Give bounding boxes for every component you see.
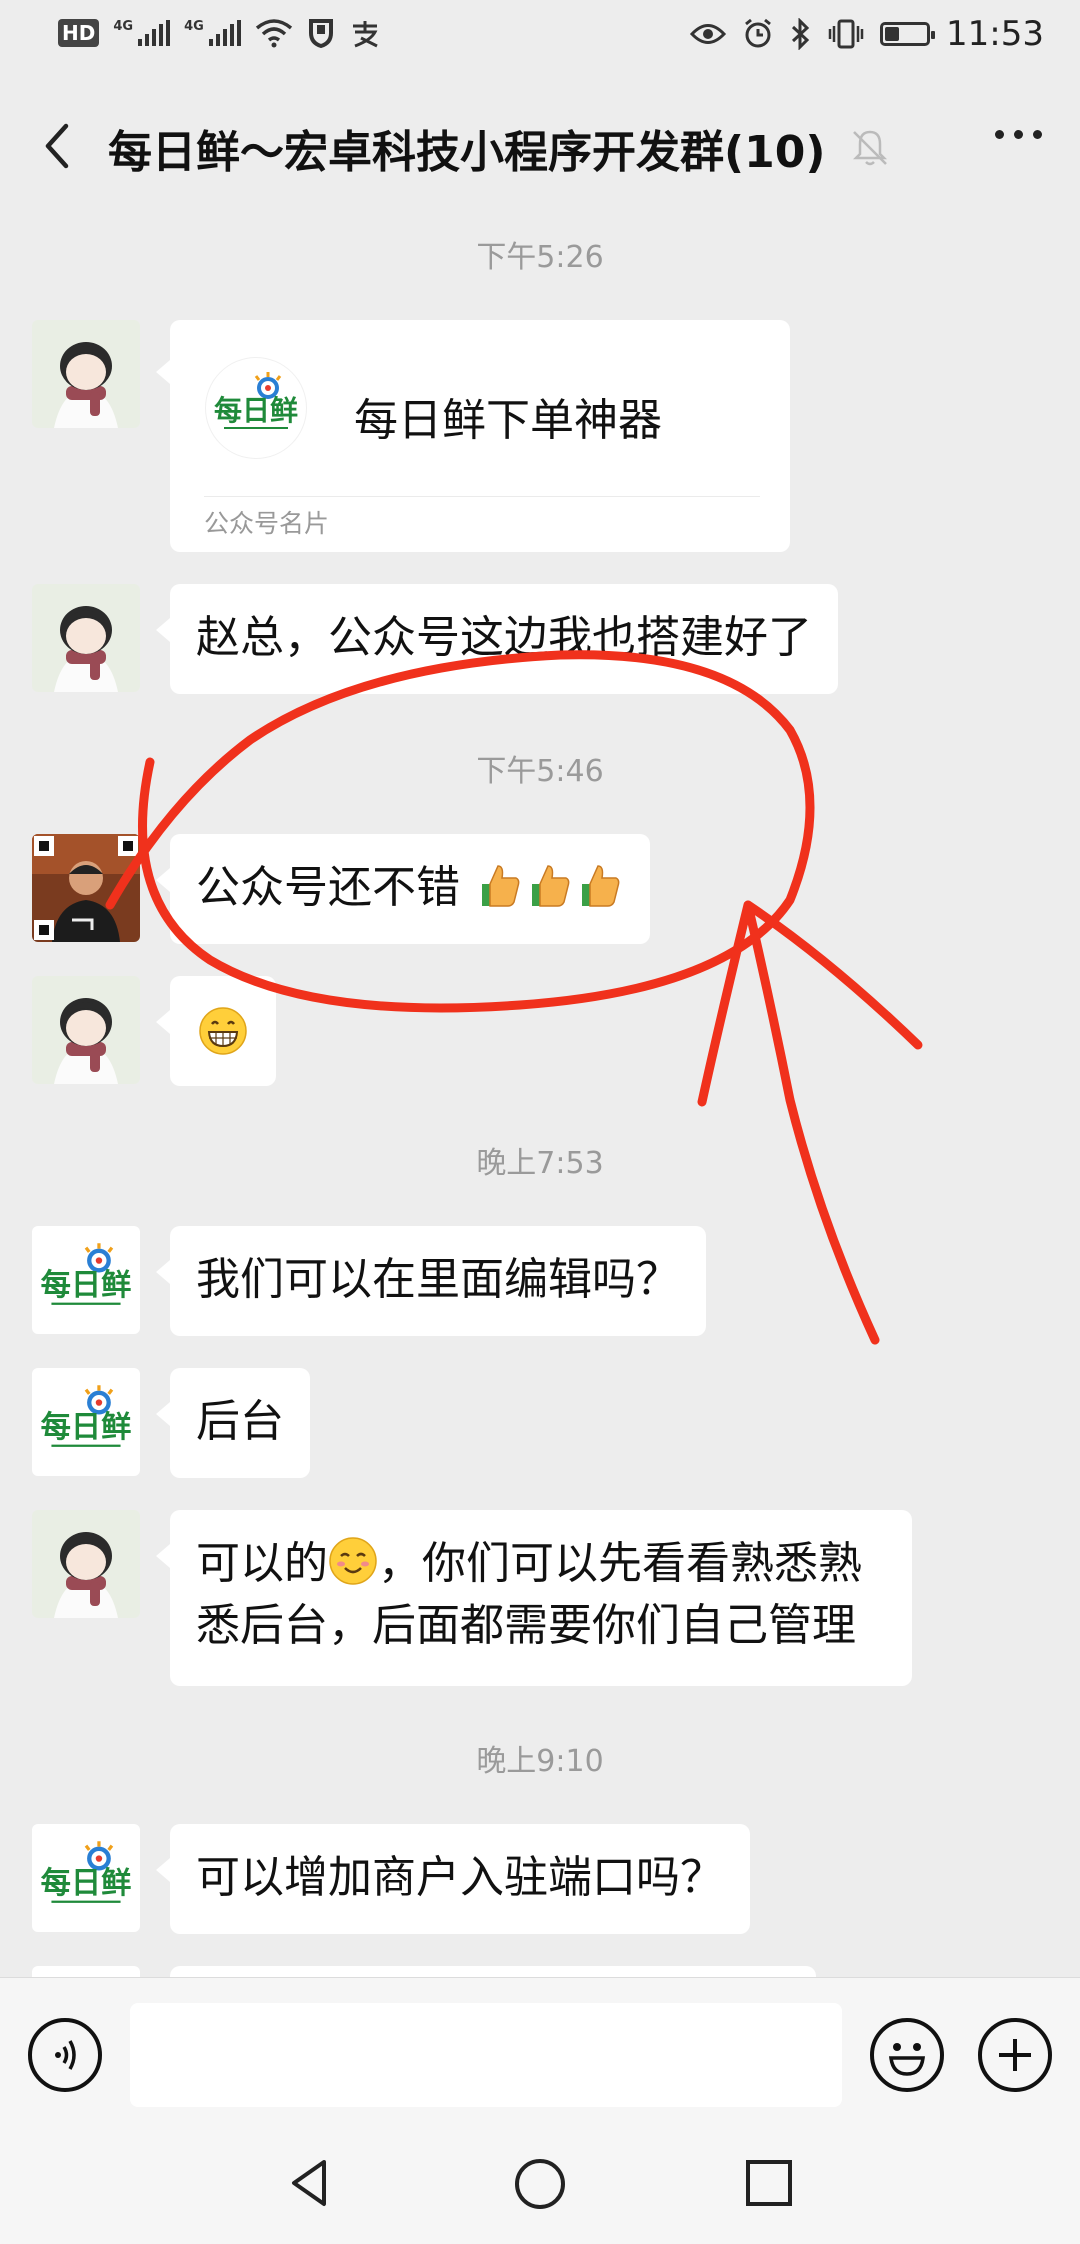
timestamp: 晚上9:10 xyxy=(476,1744,604,1779)
thumbs-up-icon xyxy=(532,865,570,907)
hd-voice-badge: HD xyxy=(58,19,100,47)
card-logo: 每日鲜 xyxy=(206,358,306,458)
message-text: 可以增加商户入驻端口吗？ xyxy=(196,1852,724,1903)
message-text: 赵总，公众号这边我也搭建好了 xyxy=(196,612,812,663)
message-bubble[interactable]: 公众号还不错 xyxy=(156,834,650,944)
timestamp: 下午5:26 xyxy=(476,240,604,275)
bluetooth-icon xyxy=(791,18,810,50)
meirixian-logo-icon: 每日鲜 xyxy=(41,1841,132,1903)
message-bubble[interactable]: 可以增加商户入驻端口吗？ xyxy=(156,1824,750,1934)
meirixian-logo-icon: 每日鲜 xyxy=(41,1385,132,1447)
message-bubble[interactable] xyxy=(170,1966,816,1977)
clock: 11:53 xyxy=(946,14,1044,54)
eye-comfort-icon xyxy=(690,24,727,44)
thumbs-up-icon xyxy=(482,865,520,907)
timestamp: 晚上7:53 xyxy=(476,1146,604,1181)
message-text: 悉后台，后面都需要你们自己管理 xyxy=(196,1600,856,1651)
svg-text:每日鲜: 每日鲜 xyxy=(41,1267,132,1303)
meirixian-logo-icon: 每日鲜 xyxy=(41,1243,132,1305)
wifi-icon xyxy=(255,19,292,48)
message-bubble[interactable]: 赵总，公众号这边我也搭建好了 xyxy=(156,584,838,694)
girl-avatar-icon xyxy=(32,584,140,692)
signal-strength-icon: 4G xyxy=(113,20,171,46)
avatar[interactable]: 每日鲜 xyxy=(32,1368,140,1476)
girl-avatar-icon xyxy=(32,320,140,428)
girl-avatar-icon xyxy=(32,976,140,1084)
meirixian-logo-icon: 每日鲜 xyxy=(214,372,298,429)
avatar[interactable]: 每日鲜 xyxy=(32,1824,140,1932)
message-text: 我们可以在里面编辑吗？ xyxy=(196,1254,680,1305)
back-icon[interactable] xyxy=(30,116,90,176)
alarm-icon xyxy=(745,18,771,48)
svg-text:每日鲜: 每日鲜 xyxy=(41,1865,132,1901)
avatar[interactable] xyxy=(32,834,140,942)
grin-emoji-icon xyxy=(199,1007,247,1055)
more-options-icon[interactable] xyxy=(995,130,1042,139)
nav-home-circle-icon[interactable] xyxy=(512,2156,568,2212)
card-divider xyxy=(204,496,760,497)
message-bubble[interactable]: 可以的 ，你们可以先看看熟悉熟 悉后台，后面都需要你们自己管理 xyxy=(156,1510,912,1686)
message-bubble[interactable]: 我们可以在里面编辑吗？ xyxy=(156,1226,706,1336)
avatar[interactable] xyxy=(32,1966,140,1977)
status-bar: HD 4G 4G 11:53 xyxy=(0,0,1080,80)
voice-input-icon[interactable] xyxy=(28,2018,102,2092)
mute-bell-icon xyxy=(852,130,888,166)
message-bubble[interactable] xyxy=(156,976,276,1086)
chat-title: 每日鲜～宏卓科技小程序开发群(10) xyxy=(108,127,826,178)
add-more-icon[interactable] xyxy=(978,2018,1052,2092)
avatar[interactable]: 每日鲜 xyxy=(32,1226,140,1334)
message-bubble[interactable]: 后台 xyxy=(156,1368,310,1478)
card-name: 每日鲜下单神器 xyxy=(354,395,662,446)
timestamp: 下午5:46 xyxy=(476,754,604,789)
message-list: 下午5:26 每日鲜 每日鲜下单神器 公众号名片 赵总，公众号这边我也搭建好了 … xyxy=(0,210,1080,1977)
blush-smile-emoji-icon xyxy=(329,1537,377,1585)
system-navigation-bar xyxy=(0,2112,1080,2244)
signal-strength-icon: 4G xyxy=(184,20,241,46)
vibrate-icon xyxy=(828,19,864,49)
card-type-label: 公众号名片 xyxy=(204,509,330,538)
nav-recents-square-icon[interactable] xyxy=(742,2156,796,2210)
chat-header: 每日鲜～宏卓科技小程序开发群(10) xyxy=(0,90,1080,210)
message-text: 可以的 xyxy=(196,1538,328,1589)
message-input[interactable] xyxy=(130,2003,842,2107)
message-text: 公众号还不错 xyxy=(196,862,460,913)
shield-icon xyxy=(308,19,333,48)
alipay-icon xyxy=(352,21,378,48)
official-account-card[interactable]: 每日鲜 每日鲜下单神器 公众号名片 xyxy=(156,320,790,552)
man-photo-avatar-icon xyxy=(32,834,140,942)
svg-text:每日鲜: 每日鲜 xyxy=(214,394,298,427)
input-bar xyxy=(0,1977,1080,2113)
avatar[interactable] xyxy=(32,584,140,692)
thumbs-up-icon xyxy=(582,865,620,907)
avatar[interactable] xyxy=(32,320,140,428)
battery-icon xyxy=(880,22,936,46)
girl-avatar-icon xyxy=(32,1510,140,1618)
emoji-icon[interactable] xyxy=(870,2018,944,2092)
message-text: ，你们可以先看看熟悉熟 xyxy=(378,1538,862,1589)
avatar[interactable] xyxy=(32,976,140,1084)
message-text: 后台 xyxy=(196,1396,284,1447)
avatar[interactable] xyxy=(32,1510,140,1618)
nav-back-triangle-icon[interactable] xyxy=(284,2156,338,2210)
svg-text:每日鲜: 每日鲜 xyxy=(41,1409,132,1445)
